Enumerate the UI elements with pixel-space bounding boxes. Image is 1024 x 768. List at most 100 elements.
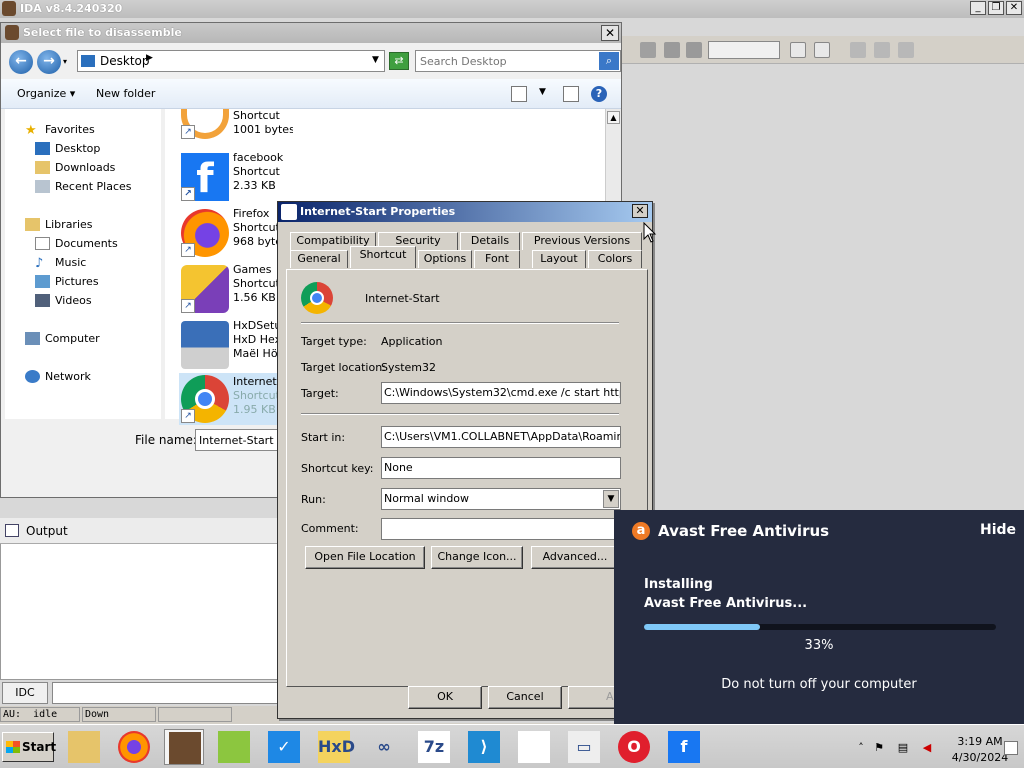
pause-icon[interactable] [664, 42, 680, 58]
taskbar-app-button[interactable]: f [664, 729, 704, 765]
separator [301, 413, 619, 415]
search-input[interactable] [418, 52, 596, 70]
open-file-location-button[interactable]: Open File Location [305, 546, 425, 569]
list-indent-icon[interactable] [874, 42, 890, 58]
tab-general[interactable]: General [290, 250, 348, 268]
avast-hide-button[interactable]: Hide [980, 522, 1016, 538]
taskbar-app-button[interactable]: 7z [414, 729, 454, 765]
tab-options[interactable]: Options [418, 250, 472, 268]
run-select-value: Normal window [384, 492, 470, 505]
taskbar-app-button[interactable] [214, 729, 254, 765]
search-icon[interactable]: ⌕ [599, 52, 619, 70]
tab-shortcut[interactable]: Shortcut [350, 246, 416, 268]
refresh-button[interactable]: ⇄ [389, 52, 409, 70]
breadcrumb-chevron-icon[interactable]: ▶ [146, 53, 153, 63]
file-item-games[interactable]: ↗ Games Shortcut 1.56 KB [181, 263, 291, 315]
volume-muted-icon[interactable]: ◀ [920, 741, 934, 755]
properties-close-button[interactable]: ✕ [632, 204, 648, 218]
target-input[interactable]: C:\Windows\System32\cmd.exe /c start htt… [381, 382, 621, 404]
help-icon[interactable]: ? [591, 86, 607, 102]
windows-logo-icon [6, 741, 20, 753]
file-name-input[interactable] [195, 429, 279, 451]
organize-button[interactable]: Organize ▾ [17, 87, 75, 100]
change-icon-button[interactable]: Change Icon... [431, 546, 523, 569]
address-bar[interactable]: Desktop ▶ ▼ [77, 50, 385, 72]
idc-command-input[interactable] [52, 682, 280, 704]
taskbar-app-button[interactable] [114, 729, 154, 765]
chrome-icon [301, 282, 333, 314]
view-options-icon[interactable] [511, 86, 527, 102]
network-tray-icon[interactable]: ▤ [896, 741, 910, 755]
taskbar-app-button[interactable]: ✓ [264, 729, 304, 765]
desktop-icon [35, 142, 50, 155]
list-icon[interactable] [850, 42, 866, 58]
file-item-hxdsetup[interactable]: HxDSetup HxD Hex Maël Hör [181, 319, 291, 371]
stop-icon[interactable] [686, 42, 702, 58]
debugger-select[interactable] [708, 41, 780, 59]
ida-logo-icon [2, 1, 16, 16]
chevron-down-icon[interactable]: ▼ [603, 490, 619, 508]
clock-time[interactable]: 3:19 AM [950, 735, 1010, 748]
file-list-scrollbar[interactable]: ▲ [605, 109, 621, 209]
c-icon[interactable] [790, 42, 806, 58]
history-dropdown-icon[interactable]: ▾ [63, 57, 67, 66]
run-select[interactable]: Normal window ▼ [381, 488, 621, 510]
file-item-facebook[interactable]: f ↗ facebook Shortcut 2.33 KB [181, 151, 291, 203]
properties-title: Internet-Start Properties [300, 205, 456, 218]
search-box[interactable]: ⌕ [415, 50, 621, 72]
view-dropdown-icon[interactable]: ▼ [539, 87, 546, 97]
taskbar-app-button[interactable] [164, 729, 204, 765]
file-name-label: File name: [135, 433, 197, 447]
file-item-internet-start[interactable]: ↗ Internet- Shortcut 1.95 KB [179, 373, 293, 425]
forward-button[interactable]: → [37, 50, 61, 74]
advanced-button[interactable]: Advanced... [531, 546, 619, 569]
tab-colors[interactable]: Colors [588, 250, 642, 268]
shortcut-arrow-icon: ↗ [181, 187, 195, 201]
taskbar-app-button[interactable] [514, 729, 554, 765]
shortcut-key-input[interactable]: None [381, 457, 621, 479]
tab-font[interactable]: Font [474, 250, 520, 268]
new-folder-button[interactable]: New folder [96, 87, 155, 100]
restore-button[interactable]: ❐ [988, 1, 1004, 15]
back-button[interactable]: ← [9, 50, 33, 74]
idc-button[interactable]: IDC [2, 682, 48, 704]
pictures-icon [35, 275, 50, 288]
ok-button[interactable]: OK [408, 686, 482, 709]
file-item-firefox[interactable]: ↗ Firefox Shortcut 968 byte [181, 207, 291, 259]
tab-previous-versions[interactable]: Previous Versions [522, 232, 642, 250]
file-item-shortcut[interactable]: ↗ Shortcut 1001 bytes [181, 95, 293, 147]
taskbar-app-button[interactable]: ∞ [364, 729, 404, 765]
taskbar-app-button[interactable]: ▭ [564, 729, 604, 765]
au-status: AU: idle [0, 707, 80, 722]
minimize-button[interactable]: _ [970, 1, 986, 15]
target-location-value: System32 [381, 361, 437, 374]
start-button[interactable]: Start [2, 732, 56, 762]
facebook-icon: f [668, 731, 700, 763]
tab-details[interactable]: Details [460, 232, 520, 250]
desktop-icon [81, 55, 95, 67]
play-icon[interactable] [640, 42, 656, 58]
close-button[interactable]: ✕ [1006, 1, 1022, 15]
list-outdent-icon[interactable] [898, 42, 914, 58]
taskbar-app-button[interactable]: HxD [314, 729, 355, 765]
address-dropdown-icon[interactable]: ▼ [372, 55, 379, 65]
taskbar-app-button[interactable]: O [614, 729, 654, 765]
preview-pane-icon[interactable] [563, 86, 579, 102]
music-icon: ♪ [35, 256, 44, 271]
computer-icon [25, 332, 40, 345]
show-hidden-icons-icon[interactable]: ˄ [854, 741, 868, 755]
file-dialog-close-button[interactable]: ✕ [601, 25, 619, 41]
notepad-plus-icon [218, 731, 250, 763]
shortcut-arrow-icon: ↗ [181, 299, 195, 313]
taskbar-app-button[interactable] [64, 729, 104, 765]
taskbar-app-button[interactable]: ⟩ [464, 729, 504, 765]
start-in-input[interactable]: C:\Users\VM1.COLLABNET\AppData\Roaming\ [381, 426, 621, 448]
scroll-up-icon[interactable]: ▲ [607, 111, 620, 124]
comment-input[interactable] [381, 518, 621, 540]
output-window-icon [5, 524, 19, 537]
c-refresh-icon[interactable] [814, 42, 830, 58]
show-desktop-icon[interactable] [1004, 741, 1018, 755]
tab-layout[interactable]: Layout [532, 250, 586, 268]
cancel-button[interactable]: Cancel [488, 686, 562, 709]
flag-icon[interactable]: ⚑ [872, 741, 886, 755]
